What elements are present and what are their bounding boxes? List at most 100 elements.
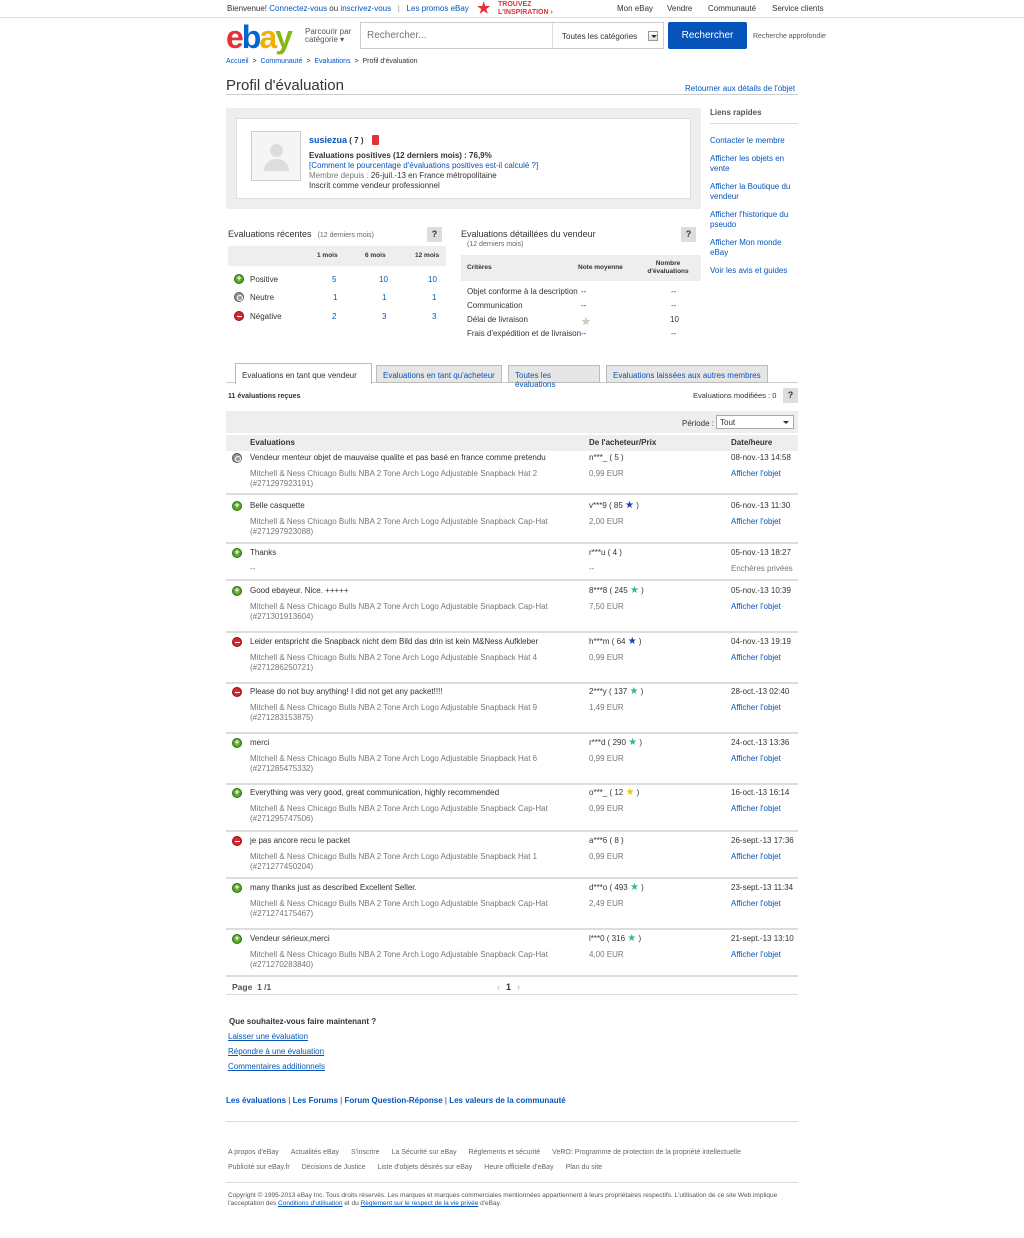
sell-link[interactable]: Vendre [667, 4, 692, 13]
my-ebay-link[interactable]: Mon eBay [617, 4, 653, 13]
view-item-link[interactable]: Afficher l'objet [731, 602, 781, 611]
privacy-link[interactable]: Règlement sur le respect de la vie privé… [361, 1200, 479, 1207]
buyer-name[interactable]: o***_ ( 12 [589, 788, 623, 797]
buyer-name[interactable]: h***m ( 64 [589, 637, 625, 646]
breadcrumb-evaluations[interactable]: Evaluations [314, 58, 350, 65]
view-item-link[interactable]: Afficher l'objet [731, 804, 781, 813]
footer-link[interactable]: Décisions de Justice [302, 1164, 366, 1171]
feedback-row: Please do not buy anything! I did not ge… [226, 686, 798, 734]
neutral-6m[interactable]: 1 [382, 293, 386, 302]
criteria-label: Communication [467, 301, 523, 310]
view-item-link[interactable]: Afficher l'objet [731, 703, 781, 712]
search-button[interactable]: Rechercher [668, 22, 747, 49]
breadcrumb-home[interactable]: Accueil [226, 58, 249, 65]
footer-link[interactable]: Plan du site [566, 1164, 603, 1171]
terms-link[interactable]: Conditions d'utilisation [278, 1200, 342, 1207]
view-item-link[interactable]: Afficher l'objet [731, 852, 781, 861]
buyer-name[interactable]: v***9 ( 85 [589, 501, 623, 510]
negative-1m[interactable]: 2 [332, 312, 336, 321]
footer-link[interactable]: La Sécurité sur eBay [392, 1149, 457, 1156]
item-price: 0,99 EUR [589, 852, 624, 861]
col-date: Date/heure [731, 438, 773, 447]
buyer-name[interactable]: d***o ( 493 [589, 883, 628, 892]
view-item-link[interactable]: Afficher l'objet [731, 653, 781, 662]
footer-link[interactable]: Liste d'objets désirés sur eBay [378, 1164, 473, 1171]
footer-link[interactable]: VeRO: Programme de protection de la prop… [552, 1149, 741, 1156]
greeting-or: ou [327, 4, 341, 13]
view-item-link[interactable]: Afficher l'objet [731, 899, 781, 908]
view-item-link[interactable]: Afficher l'objet [731, 754, 781, 763]
register-link[interactable]: inscrivez-vous [340, 4, 391, 13]
username-history-link[interactable]: Afficher l'historique du pseudo [710, 210, 798, 230]
signin-link[interactable]: Connectez-vous [269, 4, 327, 13]
breadcrumb-community[interactable]: Communauté [260, 58, 302, 65]
tab-all[interactable]: Toutes les évaluations [508, 365, 600, 389]
criteria-label: Frais d'expédition et de livraison [467, 329, 582, 338]
negative-6m[interactable]: 3 [382, 312, 386, 321]
buyer-name[interactable]: n***_ ( 5 ) [589, 453, 624, 462]
detail-row-shipping: Frais d'expédition et de livraison -- -- [467, 329, 701, 341]
community-link[interactable]: Communauté [708, 4, 756, 13]
buyer-name[interactable]: r***d ( 290 [589, 738, 626, 747]
prev-page-icon[interactable]: ‹ [497, 982, 500, 992]
col-count: Nombre d'évaluations [645, 260, 691, 276]
footer-link[interactable]: A propos d'eBay [228, 1149, 279, 1156]
community-values-link[interactable]: Les valeurs de la communauté [449, 1096, 566, 1105]
qa-forum-link[interactable]: Forum Question-Réponse [344, 1096, 442, 1105]
reply-feedback-link[interactable]: Répondre à une évaluation [228, 1047, 324, 1056]
page-number[interactable]: 1 [506, 982, 511, 992]
contact-member-link[interactable]: Contacter le membre [710, 136, 798, 146]
footer-link[interactable]: Heure officielle d'eBay [484, 1164, 553, 1171]
period-select[interactable]: Tout [716, 415, 794, 429]
footer-links-row-2: Publicité sur eBay.fr Décisions de Justic… [228, 1164, 614, 1171]
positive-icon [232, 585, 242, 596]
feedback-item: Mitchell & Ness Chicago Bulls NBA 2 Tone… [250, 469, 570, 489]
positive-6m[interactable]: 10 [379, 275, 388, 284]
footer-link[interactable]: Réglements et sécurité [469, 1149, 541, 1156]
footer-link[interactable]: Publicité sur eBay.fr [228, 1164, 290, 1171]
ebay-logo[interactable]: ebay [226, 20, 293, 54]
leave-feedback-link[interactable]: Laisser une évaluation [228, 1032, 308, 1041]
neutral-12m[interactable]: 1 [432, 293, 436, 302]
positive-icon [232, 500, 242, 511]
view-item-link[interactable]: Afficher l'objet [731, 517, 781, 526]
buyer-info: n***_ ( 5 ) [589, 453, 624, 462]
buyer-name[interactable]: 2***y ( 137 [589, 687, 627, 696]
modified-help-button[interactable]: ? [783, 388, 798, 403]
back-to-item-link[interactable]: Retourner aux détails de l'objet [685, 84, 795, 93]
detailed-help-button[interactable]: ? [681, 227, 696, 242]
view-item-link[interactable]: Afficher l'objet [731, 469, 781, 478]
next-page-icon[interactable]: › [517, 982, 520, 992]
feedback-link[interactable]: Les évaluations [226, 1096, 286, 1105]
how-calculated-link[interactable]: [Comment le pourcentage d'évaluations po… [309, 161, 538, 170]
buyer-name[interactable]: 8***8 ( 245 [589, 586, 628, 595]
my-world-link[interactable]: Afficher Mon monde eBay [710, 238, 798, 258]
positive-1m[interactable]: 5 [332, 275, 336, 284]
promos-link[interactable]: Les promos eBay [407, 4, 469, 13]
forums-link[interactable]: Les Forums [293, 1096, 338, 1105]
footer-link[interactable]: Actualités eBay [291, 1149, 339, 1156]
customer-service-link[interactable]: Service clients [772, 4, 824, 13]
additional-comments-link[interactable]: Commentaires additionnels [228, 1062, 325, 1071]
tab-left-for-others[interactable]: Evaluations laissées aux autres membres [606, 365, 768, 383]
buyer-name[interactable]: l***0 ( 316 [589, 934, 625, 943]
recent-help-button[interactable]: ? [427, 227, 442, 242]
neutral-1m[interactable]: 1 [333, 293, 337, 302]
negative-12m[interactable]: 3 [432, 312, 436, 321]
category-select[interactable]: Toutes les catégories [554, 23, 663, 48]
footer-link[interactable]: S'inscrire [351, 1149, 380, 1156]
username-link[interactable]: susiezua [309, 135, 347, 145]
reviews-guides-link[interactable]: Voir les avis et guides [710, 266, 798, 276]
tab-as-seller[interactable]: Evaluations en tant que vendeur [235, 363, 372, 384]
seller-store-link[interactable]: Afficher la Boutique du vendeur [710, 182, 798, 202]
positive-12m[interactable]: 10 [428, 275, 437, 284]
item-title: Mitchell & Ness Chicago Bulls NBA 2 Tone… [250, 804, 548, 813]
items-for-sale-link[interactable]: Afficher les objets en vente [710, 154, 798, 174]
buyer-name[interactable]: r***u ( 4 ) [589, 548, 622, 557]
browse-category-button[interactable]: Parcourir par catégorie ▾ [305, 28, 351, 44]
advanced-search-link[interactable]: Recherche approfondie [753, 33, 826, 40]
buyer-name[interactable]: a***6 ( 8 ) [589, 836, 624, 845]
search-input[interactable] [361, 23, 553, 48]
tab-as-buyer[interactable]: Evaluations en tant qu'acheteur [376, 365, 502, 383]
view-item-link[interactable]: Afficher l'objet [731, 950, 781, 959]
